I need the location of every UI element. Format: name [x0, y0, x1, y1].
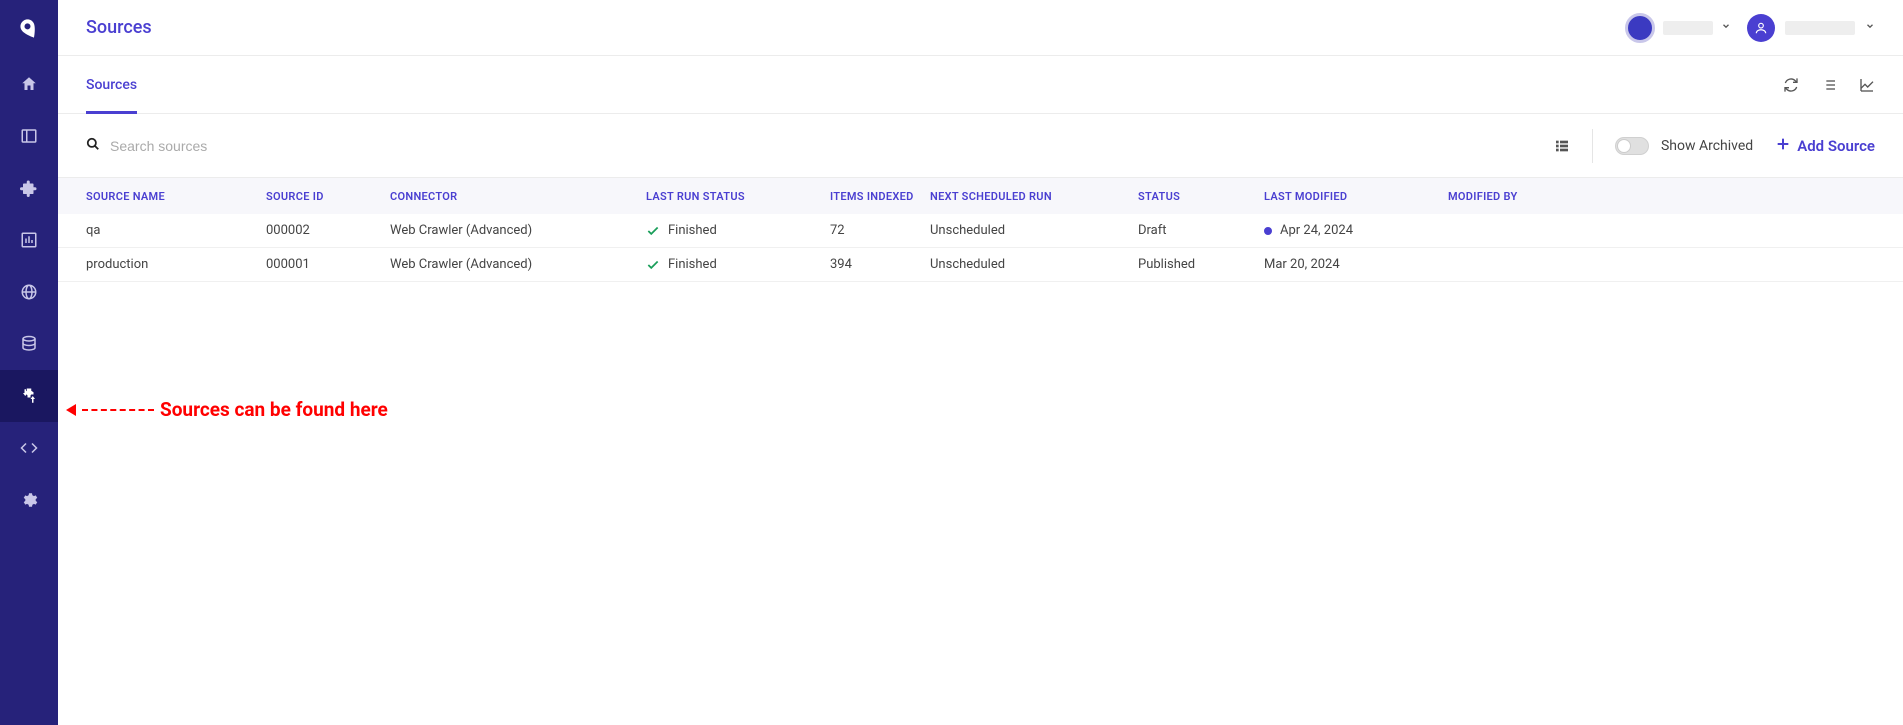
col-next-scheduled-run[interactable]: NEXT SCHEDULED RUN — [930, 190, 1138, 203]
chevron-down-icon — [1865, 20, 1875, 35]
table-row[interactable]: production000001Web Crawler (Advanced)Fi… — [58, 248, 1903, 282]
user-avatar-icon — [1747, 14, 1775, 42]
cell-next-scheduled-run: Unscheduled — [930, 257, 1138, 272]
cell-last-run-status: Finished — [646, 257, 830, 272]
cell-connector: Web Crawler (Advanced) — [390, 257, 646, 272]
annotation-text: Sources can be found here — [160, 398, 388, 421]
search-input[interactable] — [110, 138, 410, 154]
org-avatar — [1625, 13, 1655, 43]
nav-panels[interactable] — [0, 110, 58, 162]
add-source-label: Add Source — [1797, 137, 1875, 155]
chart-icon[interactable] — [1859, 77, 1875, 93]
col-source-name[interactable]: SOURCE NAME — [86, 190, 266, 203]
list-settings-icon[interactable] — [1821, 77, 1837, 93]
topbar: Sources — [58, 0, 1903, 56]
tab-row: Sources — [58, 56, 1903, 114]
col-status[interactable]: STATUS — [1138, 190, 1264, 203]
show-archived-label: Show Archived — [1661, 138, 1753, 154]
logo-icon — [0, 0, 58, 58]
nav-analytics[interactable] — [0, 214, 58, 266]
arrow-line — [82, 409, 154, 411]
cell-source-name: production — [86, 257, 266, 272]
page-title: Sources — [86, 17, 152, 38]
nav-globe[interactable] — [0, 266, 58, 318]
table-row[interactable]: qa000002Web Crawler (Advanced)Finished72… — [58, 214, 1903, 248]
arrow-head-icon — [66, 404, 76, 416]
cell-source-id: 000001 — [266, 257, 390, 272]
dot-icon — [1264, 227, 1272, 235]
sources-table: SOURCE NAME SOURCE ID CONNECTOR LAST RUN… — [58, 178, 1903, 282]
col-last-modified[interactable]: LAST MODIFIED — [1264, 190, 1448, 203]
add-source-button[interactable]: Add Source — [1775, 136, 1875, 156]
toolbar-divider — [1592, 129, 1593, 163]
toggle-switch[interactable] — [1615, 137, 1649, 155]
col-source-id[interactable]: SOURCE ID — [266, 190, 390, 203]
nav-sources[interactable] — [0, 370, 58, 422]
cell-last-run-status: Finished — [646, 223, 830, 238]
nav-database[interactable] — [0, 318, 58, 370]
toggle-knob — [1617, 139, 1631, 153]
user-menu[interactable] — [1747, 14, 1875, 42]
col-modified-by[interactable]: MODIFIED BY — [1448, 190, 1875, 203]
check-icon — [646, 224, 660, 238]
search-icon — [86, 137, 100, 155]
cell-items-indexed: 394 — [830, 257, 930, 272]
nav-code[interactable] — [0, 422, 58, 474]
nav-settings[interactable] — [0, 474, 58, 526]
col-items-indexed[interactable]: ITEMS INDEXED — [830, 190, 930, 203]
cell-source-id: 000002 — [266, 223, 390, 238]
nav-puzzle[interactable] — [0, 162, 58, 214]
col-last-run-status[interactable]: LAST RUN STATUS — [646, 190, 830, 203]
refresh-icon[interactable] — [1783, 77, 1799, 93]
sidebar — [0, 0, 58, 725]
tab-sources[interactable]: Sources — [86, 56, 137, 114]
cell-last-modified: Apr 24, 2024 — [1264, 223, 1448, 238]
annotation: Sources can be found here — [66, 398, 388, 421]
show-archived-toggle[interactable]: Show Archived — [1615, 137, 1753, 155]
table-header-row: SOURCE NAME SOURCE ID CONNECTOR LAST RUN… — [58, 178, 1903, 214]
cell-connector: Web Crawler (Advanced) — [390, 223, 646, 238]
toolbar: Show Archived Add Source — [58, 114, 1903, 178]
main-area: Sources Sources — [58, 0, 1903, 725]
nav-home[interactable] — [0, 58, 58, 110]
check-icon — [646, 258, 660, 272]
chevron-down-icon — [1721, 20, 1731, 35]
grid-view-icon[interactable] — [1554, 138, 1570, 154]
col-connector[interactable]: CONNECTOR — [390, 190, 646, 203]
cell-status: Draft — [1138, 223, 1264, 238]
org-switcher[interactable] — [1625, 13, 1731, 43]
cell-last-modified: Mar 20, 2024 — [1264, 257, 1448, 272]
cell-status: Published — [1138, 257, 1264, 272]
org-name — [1663, 21, 1713, 35]
cell-source-name: qa — [86, 223, 266, 238]
cell-next-scheduled-run: Unscheduled — [930, 223, 1138, 238]
cell-items-indexed: 72 — [830, 223, 930, 238]
user-name — [1785, 21, 1855, 35]
plus-icon — [1775, 136, 1791, 156]
